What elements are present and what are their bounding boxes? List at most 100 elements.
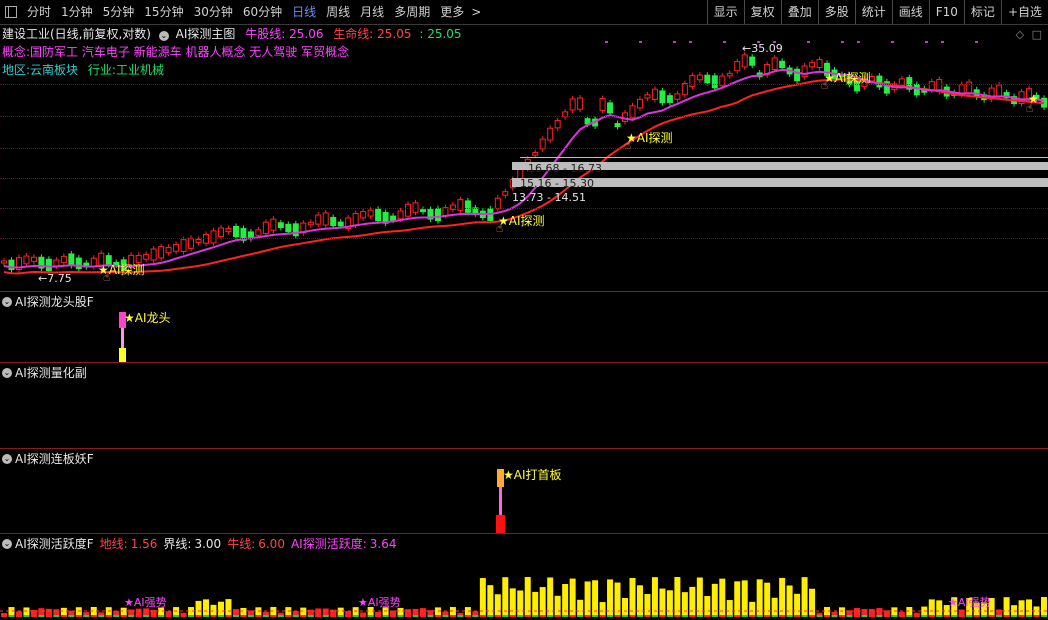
ground-bar (891, 615, 898, 617)
strong-signal[interactable]: ★AI强势 (948, 594, 991, 610)
period-tab-9[interactable]: 多周期 (389, 0, 435, 24)
candle-body (674, 93, 681, 100)
ground-bar (607, 615, 614, 617)
candle-body (188, 237, 195, 249)
more-chevron-icon[interactable]: > (469, 0, 483, 24)
ground-bar (1033, 615, 1040, 617)
strong-signal[interactable]: ★AI强势 (358, 594, 401, 610)
activity-bar (554, 595, 561, 617)
activity-bar (689, 586, 696, 617)
candle-body (217, 227, 224, 238)
toolbar-button-8[interactable]: +自选 (1000, 0, 1048, 24)
quant-panel-title: ⌄ AI探测量化副 (2, 366, 87, 380)
toolbar-button-3[interactable]: 多股 (817, 0, 855, 24)
toolbar-button-1[interactable]: 复权 (743, 0, 781, 24)
candle-body (734, 61, 741, 72)
ground-bar (315, 615, 322, 617)
ground-bar (951, 615, 958, 617)
ground-bar (966, 615, 973, 617)
dragon-signal[interactable]: ★AI龙头 (124, 309, 171, 326)
ground-bar (165, 615, 172, 617)
ground-bar (824, 615, 831, 617)
ai-signal-marker[interactable]: ★AI探测 (498, 212, 545, 229)
ground-bar (771, 615, 778, 617)
ground-bar (113, 615, 120, 617)
candle-body (210, 230, 217, 244)
ground-bar (794, 615, 801, 617)
candle-body (771, 57, 778, 71)
ground-bar (831, 615, 838, 617)
candle-body (270, 218, 277, 231)
ground-bar (1011, 615, 1018, 617)
ground-bar (337, 615, 344, 617)
strong-signal[interactable]: ★AI强势 (124, 594, 167, 610)
ground-bar (1003, 615, 1010, 617)
activity-bar (599, 602, 606, 617)
period-tab-10[interactable]: 更多 (435, 0, 469, 24)
candle-body (696, 74, 703, 81)
period-tab-3[interactable]: 15分钟 (139, 0, 188, 24)
ground-bar (135, 615, 142, 617)
activity-bar (1026, 599, 1033, 617)
period-tab-8[interactable]: 月线 (355, 0, 389, 24)
ground-bar (681, 615, 688, 617)
candle-body (53, 259, 60, 267)
ground-bar (704, 615, 711, 617)
toolbar-button-5[interactable]: 画线 (891, 0, 929, 24)
period-tab-4[interactable]: 30分钟 (189, 0, 238, 24)
ground-bar (996, 615, 1003, 617)
panel-menu-icon[interactable]: ⌄ (2, 367, 12, 378)
toolbar-button-4[interactable]: 统计 (854, 0, 892, 24)
signal-dot (689, 41, 692, 43)
ground-bar (307, 615, 314, 617)
period-tabs: 分时 1分钟 5分钟 15分钟 30分钟 60分钟 日线 周线 月线 多周期 更多 > (0, 0, 483, 24)
ground-bar (509, 615, 516, 617)
period-tab-0[interactable]: 分时 (22, 0, 56, 24)
ground-bar (883, 615, 890, 617)
dragon-panel-title: ⌄ AI探测龙头股F (2, 295, 94, 309)
ai-signal-marker[interactable]: ★AI探测 (626, 129, 673, 146)
toolbar-button-2[interactable]: 叠加 (780, 0, 818, 24)
board-panel-title: ⌄ AI探测连板妖F (2, 452, 94, 466)
board-signal[interactable]: ★AI打首板 (503, 466, 562, 483)
toolbar-button-0[interactable]: 显示 (706, 0, 744, 24)
ground-bar (921, 615, 928, 617)
ground-bar (517, 615, 524, 617)
candle-body (158, 246, 165, 259)
period-tab-5[interactable]: 60分钟 (238, 0, 287, 24)
activity-bar (614, 582, 621, 617)
candle-body (928, 81, 935, 91)
panel-menu-icon[interactable]: ⌄ (2, 453, 12, 464)
gap-label-3: 13.73 - 14.51 (512, 191, 586, 204)
candle-body (741, 54, 748, 68)
signal-dot (639, 41, 642, 43)
ground-bar (711, 615, 718, 617)
candle-body (360, 211, 367, 219)
activity-bar (1018, 600, 1025, 617)
period-tab-1[interactable]: 1分钟 (56, 0, 98, 24)
ground-bar (539, 615, 546, 617)
toolbar-button-7[interactable]: 标记 (963, 0, 1001, 24)
signal-dot (941, 41, 944, 43)
toolbar-button-6[interactable]: F10 (928, 0, 964, 24)
ground-bar (644, 615, 651, 617)
ground-bar (838, 615, 845, 617)
ground-bar (449, 615, 456, 617)
period-tab-7[interactable]: 周线 (321, 0, 355, 24)
candle-body (502, 191, 509, 196)
panel-menu-icon[interactable]: ⌄ (2, 296, 12, 307)
ground-bar (217, 615, 224, 617)
period-tab-2[interactable]: 5分钟 (98, 0, 140, 24)
hand-pointer-icon: ☝ (103, 270, 111, 284)
sidebar-toggle-icon[interactable] (0, 0, 22, 24)
candle-body (599, 98, 606, 111)
ai-signal-marker[interactable]: ★AI探测 (824, 69, 871, 86)
board-bar-base (496, 515, 505, 534)
hand-pointer-icon: ☝ (496, 221, 504, 235)
ground-bar (98, 615, 105, 617)
ground-bar (322, 615, 329, 617)
activity-bar (1003, 597, 1010, 617)
candle-body (801, 65, 808, 78)
period-tab-6[interactable]: 日线 (287, 0, 321, 24)
gap-zone-3 (520, 157, 1048, 158)
